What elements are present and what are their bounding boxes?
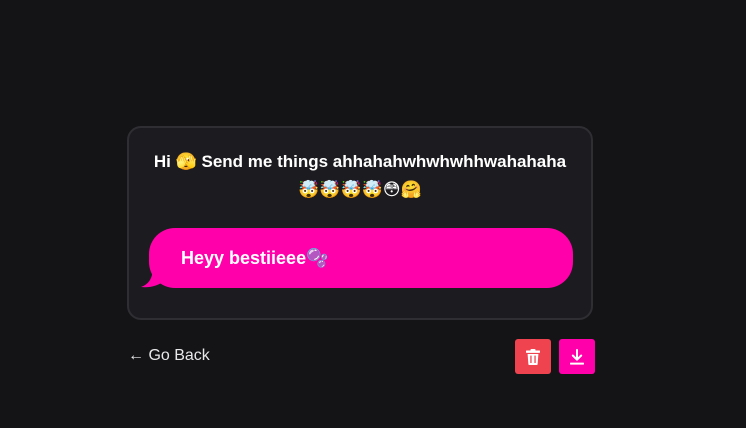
trash-icon xyxy=(526,348,540,365)
download-button[interactable] xyxy=(559,339,595,374)
message-bubble: Heyy bestiieee🫧 xyxy=(141,228,573,288)
go-back-link[interactable]: ← Go Back xyxy=(128,345,210,367)
delete-button[interactable] xyxy=(515,339,551,374)
download-icon xyxy=(569,348,585,365)
message-text: Heyy bestiieee🫧 xyxy=(181,248,329,268)
prompt-text: Hi 🫣 Send me things ahhahahwhwhwhhwahaha… xyxy=(153,152,567,199)
bubble-tail xyxy=(141,266,165,288)
message-card: Hi 🫣 Send me things ahhahahwhwhwhhwahaha… xyxy=(127,126,593,320)
